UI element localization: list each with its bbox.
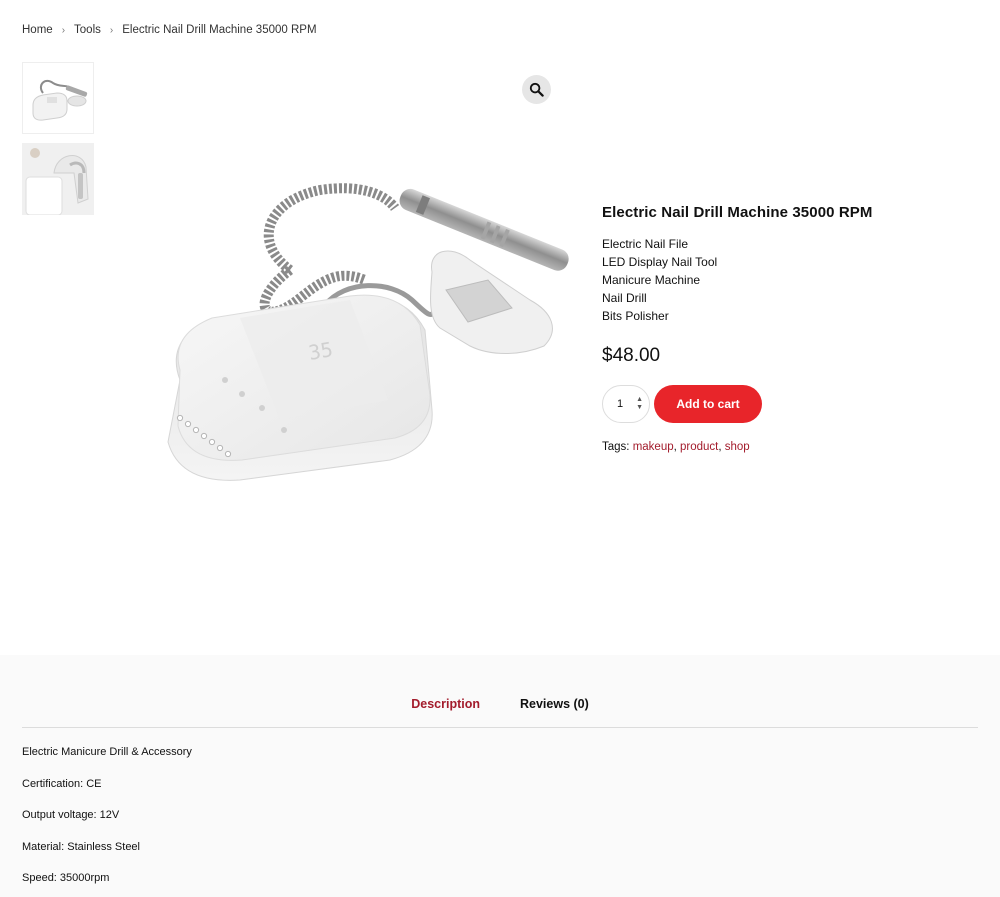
tag-link-shop[interactable]: shop: [725, 441, 750, 453]
quantity-value[interactable]: 1: [617, 398, 623, 410]
svg-text:35: 35: [307, 337, 335, 365]
nail-drill-thumbnail-image: [23, 63, 93, 133]
product-main-image[interactable]: 35: [150, 180, 570, 510]
tab-description[interactable]: Description: [411, 697, 480, 711]
nail-drill-machine-image: 35: [167, 183, 569, 481]
breadcrumb-home-link[interactable]: Home: [22, 24, 53, 36]
add-to-cart-form: 1 ▲ ▼ Add to cart: [602, 385, 982, 423]
tag-link-product[interactable]: product: [680, 441, 718, 453]
breadcrumb: Home › Tools › Electric Nail Drill Machi…: [22, 24, 317, 36]
chevron-up-icon[interactable]: ▲: [636, 396, 643, 404]
quantity-stepper[interactable]: 1 ▲ ▼: [602, 385, 650, 423]
description-line: Speed: 35000rpm: [22, 872, 110, 884]
product-price: $48.00: [602, 345, 661, 366]
product-feature-list: Electric Nail File LED Display Nail Tool…: [602, 235, 982, 325]
feature-item: Manicure Machine: [602, 273, 701, 287]
feature-item: LED Display Nail Tool: [602, 255, 718, 269]
description-line: Certification: CE: [22, 777, 102, 790]
description-panel: Electric Manicure Drill & Accessory Cert…: [22, 745, 192, 897]
zoom-button[interactable]: [522, 75, 551, 104]
feature-item: Nail Drill: [602, 291, 647, 305]
feature-item: Electric Nail File: [602, 237, 689, 251]
nail-drill-alt-thumbnail-image: [22, 143, 94, 215]
description-line: Output voltage: 12V: [22, 809, 120, 821]
product-summary: Electric Nail Drill Machine 35000 RPM El…: [602, 204, 982, 453]
product-thumbnail-1[interactable]: [22, 62, 94, 134]
product-thumbnail-2[interactable]: [22, 143, 94, 215]
add-to-cart-button[interactable]: Add to cart: [654, 385, 762, 423]
product-tabs: Description Reviews (0): [0, 697, 1000, 711]
description-line: Electric Manicure Drill & Accessory: [22, 746, 192, 758]
tags-label: Tags:: [602, 441, 630, 453]
product-title: Electric Nail Drill Machine 35000 RPM: [602, 204, 873, 221]
tab-divider: [22, 727, 978, 728]
breadcrumb-separator: ›: [61, 24, 66, 36]
tab-reviews[interactable]: Reviews (0): [520, 697, 589, 711]
tag-link-makeup[interactable]: makeup: [633, 441, 674, 453]
breadcrumb-tools-link[interactable]: Tools: [74, 24, 101, 36]
breadcrumb-current: Electric Nail Drill Machine 35000 RPM: [122, 24, 317, 36]
product-tabs-section: Description Reviews (0) Electric Manicur…: [0, 655, 1000, 897]
product-tags: Tags: makeup, product, shop: [602, 441, 750, 453]
description-line: Material: Stainless Steel: [22, 840, 140, 853]
quantity-spinner-arrows[interactable]: ▲ ▼: [636, 396, 643, 412]
feature-item: Bits Polisher: [602, 309, 669, 323]
breadcrumb-separator: ›: [109, 24, 114, 36]
chevron-down-icon[interactable]: ▼: [636, 404, 643, 412]
magnifier-icon: [529, 82, 544, 97]
